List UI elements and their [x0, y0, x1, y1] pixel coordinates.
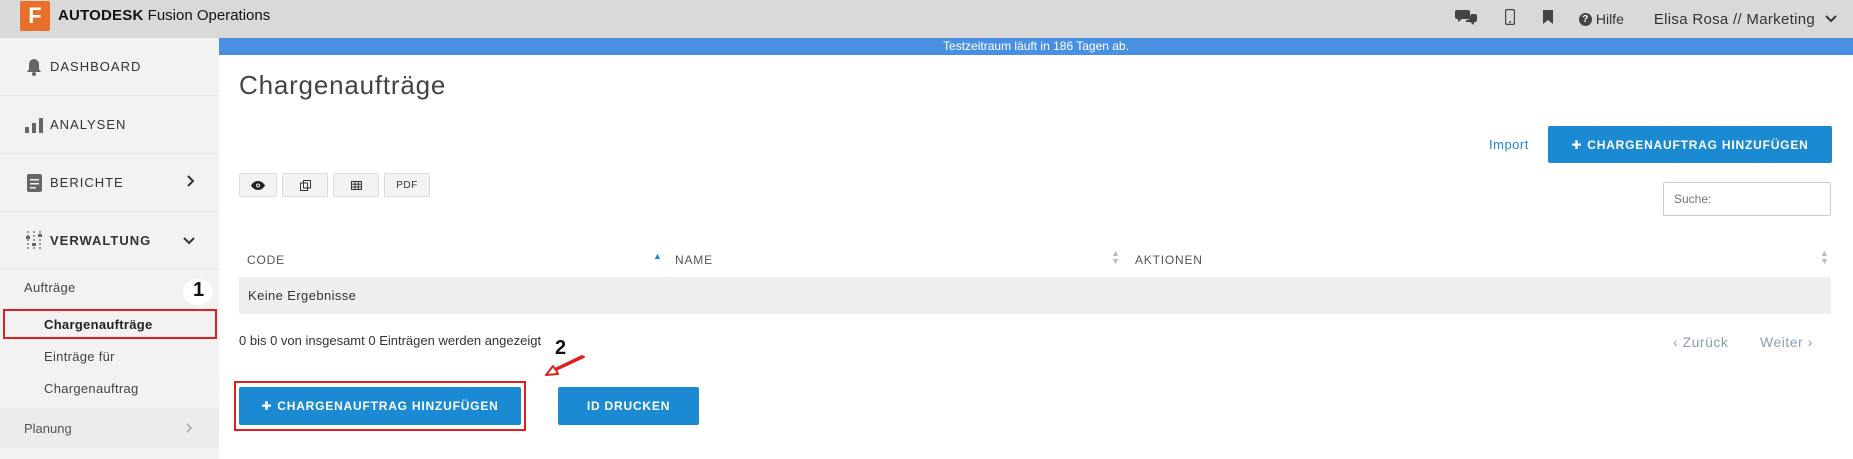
sidebar-item-planung[interactable]: Planung — [0, 408, 219, 448]
sort-icon[interactable]: ▲ ▼ — [1111, 249, 1121, 266]
column-header-code[interactable]: CODE — [247, 253, 285, 267]
sidebar-item-verwaltung[interactable]: VERWALTUNG — [0, 212, 219, 270]
table-empty-row: Keine Ergebnisse — [239, 277, 1831, 314]
document-icon — [24, 173, 44, 193]
sidebar-item-berichte[interactable]: BERICHTE — [0, 154, 219, 212]
chevron-right-icon: › — [1803, 334, 1813, 350]
pdf-export-button[interactable]: PDF — [384, 173, 430, 197]
pagination-next[interactable]: Weiter › — [1760, 334, 1813, 350]
plus-icon: ✚ — [261, 399, 273, 413]
table-toolbar: PDF — [239, 173, 430, 197]
table-info: 0 bis 0 von insgesamt 0 Einträgen werden… — [239, 333, 542, 348]
add-batch-order-button-bottom[interactable]: ✚ CHARGENAUFTRAG HINZUFÜGEN — [239, 387, 521, 425]
import-link[interactable]: Import — [1489, 137, 1529, 152]
sidebar-subitem-eintraege[interactable]: Einträge für — [44, 349, 115, 364]
annotation-arrow-icon — [545, 355, 585, 376]
copy-icon — [299, 179, 311, 191]
sort-icon[interactable]: ▲ ▼ — [1820, 249, 1830, 266]
print-id-button[interactable]: ID DRUCKEN — [558, 387, 699, 425]
sidebar-subitem-chargenauftraege[interactable]: Chargenaufträge — [44, 317, 153, 332]
app-logo[interactable]: F — [20, 1, 50, 31]
pagination-previous[interactable]: ‹ Zurück — [1673, 334, 1728, 350]
bell-icon — [24, 57, 44, 77]
table-icon — [350, 180, 362, 190]
brand-name: AUTODESK Fusion Operations — [58, 7, 271, 24]
annotation-step-1: 1 — [193, 279, 205, 301]
sidebar-section-auftraege[interactable]: Aufträge — [24, 280, 76, 295]
column-visibility-button[interactable] — [239, 173, 277, 197]
top-bar: F AUTODESK Fusion Operations ? Hilfe Elis… — [0, 0, 1853, 38]
add-batch-order-button-top[interactable]: ✚ CHARGENAUFTRAG HINZUFÜGEN — [1548, 126, 1832, 163]
bar-chart-icon — [24, 115, 44, 135]
sidebar-item-dashboard[interactable]: DASHBOARD — [0, 38, 219, 96]
question-icon: ? — [1578, 12, 1592, 26]
eye-icon — [251, 180, 265, 190]
csv-export-button[interactable] — [333, 173, 379, 197]
chevron-down-icon — [1825, 15, 1837, 23]
plus-icon: ✚ — [1571, 137, 1583, 152]
sort-asc-icon[interactable]: ▲ — [653, 252, 663, 261]
page-title: Chargenaufträge — [239, 70, 447, 100]
chevron-right-icon — [186, 421, 193, 436]
trial-banner: Testzeitraum läuft in 186 Tagen ab. — [219, 38, 1853, 55]
mobile-icon[interactable] — [1504, 8, 1516, 29]
table-header: CODE ▲ NAME ▲ ▼ AKTIONEN ▲ ▼ — [239, 245, 1831, 275]
sliders-icon — [24, 230, 44, 251]
user-menu[interactable]: Elisa Rosa // Marketing — [1654, 11, 1837, 28]
chat-icon[interactable] — [1454, 9, 1477, 29]
bookmark-icon[interactable] — [1542, 10, 1553, 28]
search-input[interactable] — [1663, 182, 1831, 216]
sidebar-item-analysen[interactable]: ANALYSEN — [0, 96, 219, 154]
copy-button[interactable] — [282, 173, 328, 197]
sidebar-subitem-chargenauftrag[interactable]: Chargenauftrag — [44, 381, 139, 396]
column-header-aktionen[interactable]: AKTIONEN — [1135, 253, 1203, 267]
chevron-left-icon: ‹ — [1673, 334, 1683, 350]
chevron-down-icon — [183, 232, 195, 250]
chevron-right-icon — [187, 174, 195, 192]
help-link[interactable]: ? Hilfe — [1578, 11, 1624, 27]
column-header-name[interactable]: NAME — [675, 253, 713, 267]
